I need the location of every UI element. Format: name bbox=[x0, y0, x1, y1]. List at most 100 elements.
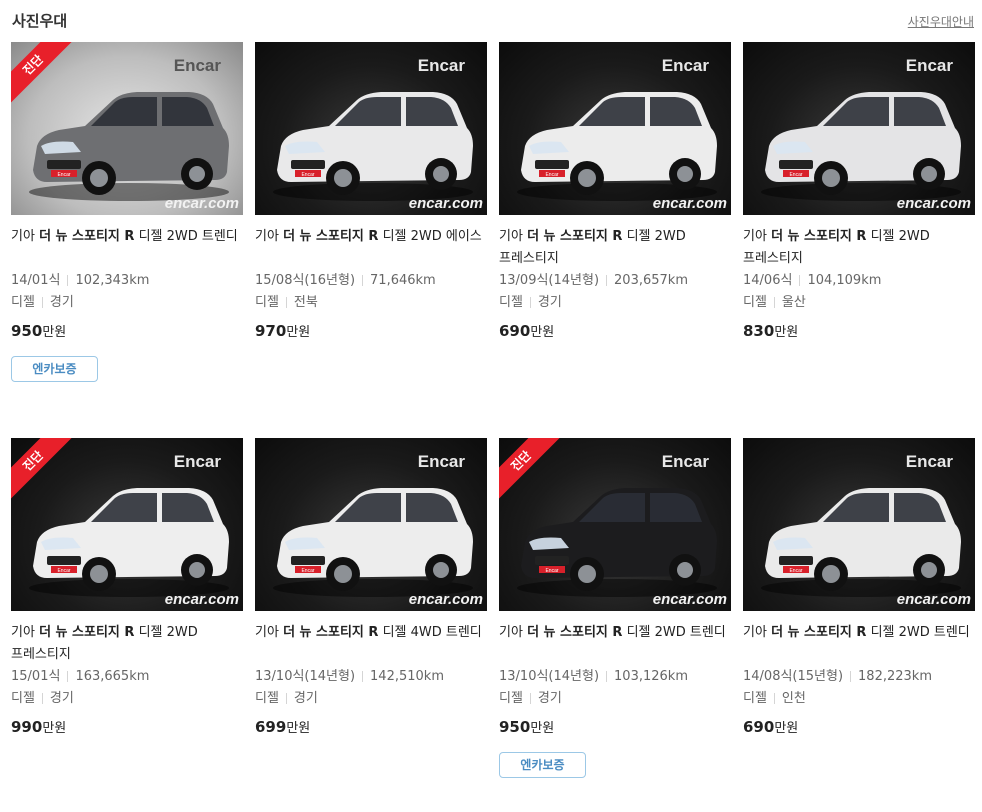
divider bbox=[606, 275, 608, 286]
car-mileage: 182,223km bbox=[858, 669, 932, 684]
svg-text:Encar: Encar bbox=[789, 172, 802, 178]
car-name[interactable]: 기아 더 뉴 스포티지 R 디젤 4WD 트렌디 bbox=[255, 622, 487, 666]
price-value: 950 bbox=[499, 718, 531, 736]
divider bbox=[529, 693, 531, 704]
car-meta-line1: 14/08식(15년형) 182,223km bbox=[743, 666, 975, 688]
car-model: 더 뉴 스포티지 R bbox=[771, 625, 867, 640]
encar-watermark: Encar bbox=[173, 452, 221, 471]
divider bbox=[850, 671, 852, 682]
car-photo[interactable]: Encar Encar encar.com bbox=[255, 438, 487, 611]
car-price: 830만원 bbox=[743, 321, 975, 343]
car-photo[interactable]: Encar Encar encar.com 진단 bbox=[11, 42, 243, 215]
car-photo[interactable]: Encar Encar encar.com bbox=[743, 42, 975, 215]
car-meta-line2: 디젤 경기 bbox=[11, 292, 243, 314]
car-meta-line1: 14/01식 102,343km bbox=[11, 270, 243, 292]
listing-card[interactable]: Encar Encar encar.com 기아 더 뉴 스포티지 R 디젤 2… bbox=[743, 42, 975, 343]
encar-warranty-badge[interactable]: 엔카보증 bbox=[11, 356, 98, 382]
car-region: 경기 bbox=[537, 295, 562, 310]
listing-card[interactable]: Encar Encar encar.com 기아 더 뉴 스포티지 R 디젤 4… bbox=[255, 438, 487, 739]
divider bbox=[41, 297, 43, 308]
price-unit: 만원 bbox=[530, 721, 555, 736]
car-meta-line1: 15/08식(16년형) 71,646km bbox=[255, 270, 487, 292]
price-value: 699 bbox=[255, 718, 287, 736]
divider bbox=[362, 275, 364, 286]
divider bbox=[529, 297, 531, 308]
car-name[interactable]: 기아 더 뉴 스포티지 R 디젤 2WD 프레스티지 bbox=[11, 622, 243, 666]
encar-watermark: Encar bbox=[661, 452, 709, 471]
car-name[interactable]: 기아 더 뉴 스포티지 R 디젤 2WD 프레스티지 bbox=[743, 226, 975, 270]
encar-warranty-badge[interactable]: 엔카보증 bbox=[499, 752, 586, 778]
photo-guide-link[interactable]: 사진우대안내 bbox=[908, 13, 974, 30]
section-title: 사진우대 bbox=[12, 12, 68, 30]
encar-watermark: Encar bbox=[905, 452, 953, 471]
price-value: 830 bbox=[743, 322, 775, 340]
car-mileage: 104,109km bbox=[807, 273, 882, 288]
listing-card[interactable]: Encar Encar encar.com 기아 더 뉴 스포티지 R 디젤 2… bbox=[499, 42, 731, 343]
encar-com-watermark: encar.com bbox=[652, 591, 727, 608]
encar-com-watermark: encar.com bbox=[164, 195, 239, 212]
encar-com-watermark: encar.com bbox=[896, 591, 971, 608]
car-photo[interactable]: Encar Encar encar.com 진단 bbox=[11, 438, 243, 611]
car-photo[interactable]: Encar Encar encar.com bbox=[499, 42, 731, 215]
car-name[interactable]: 기아 더 뉴 스포티지 R 디젤 2WD 트렌디 bbox=[743, 622, 975, 666]
car-fuel: 디젤 bbox=[255, 691, 279, 706]
car-meta-line2: 디젤 경기 bbox=[11, 688, 243, 710]
car-meta-line1: 14/06식 104,109km bbox=[743, 270, 975, 292]
car-fuel: 디젤 bbox=[11, 691, 35, 706]
encar-com-watermark: encar.com bbox=[164, 591, 239, 608]
encar-watermark: Encar bbox=[417, 56, 465, 75]
car-photo[interactable]: Encar Encar encar.com bbox=[743, 438, 975, 611]
car-year: 15/08식(16년형) bbox=[255, 273, 356, 288]
car-price: 699만원 bbox=[255, 717, 487, 739]
car-fuel: 디젤 bbox=[255, 295, 279, 310]
price-unit: 만원 bbox=[774, 325, 799, 340]
car-photo[interactable]: Encar Encar encar.com 진단 bbox=[499, 438, 731, 611]
car-brand: 기아 bbox=[11, 229, 35, 244]
car-mileage: 203,657km bbox=[614, 273, 688, 288]
listing-card[interactable]: Encar Encar encar.com 진단 기아 더 뉴 스포티지 R 디… bbox=[499, 438, 731, 778]
car-meta-line2: 디젤 경기 bbox=[499, 688, 731, 710]
car-photo[interactable]: Encar Encar encar.com bbox=[255, 42, 487, 215]
price-value: 990 bbox=[11, 718, 43, 736]
car-meta-line2: 디젤 경기 bbox=[499, 292, 731, 314]
listing-card[interactable]: Encar Encar encar.com 기아 더 뉴 스포티지 R 디젤 2… bbox=[255, 42, 487, 343]
car-name[interactable]: 기아 더 뉴 스포티지 R 디젤 2WD 에이스 bbox=[255, 226, 487, 270]
price-unit: 만원 bbox=[286, 721, 311, 736]
price-value: 690 bbox=[499, 322, 531, 340]
svg-text:Encar: Encar bbox=[301, 568, 314, 574]
car-region: 경기 bbox=[537, 691, 562, 706]
car-name[interactable]: 기아 더 뉴 스포티지 R 디젤 2WD 프레스티지 bbox=[499, 226, 731, 270]
divider bbox=[606, 671, 608, 682]
car-price: 950만원 bbox=[499, 717, 731, 739]
car-meta-line1: 13/10식(14년형) 103,126km bbox=[499, 666, 731, 688]
car-name[interactable]: 기아 더 뉴 스포티지 R 디젤 2WD 트렌디 bbox=[11, 226, 243, 270]
divider bbox=[67, 275, 69, 286]
listing-card[interactable]: Encar Encar encar.com 진단 기아 더 뉴 스포티지 R 디… bbox=[11, 438, 243, 739]
car-trim: 디젤 4WD 트렌디 bbox=[382, 625, 482, 640]
car-fuel: 디젤 bbox=[499, 295, 523, 310]
encar-watermark: Encar bbox=[173, 56, 221, 75]
price-unit: 만원 bbox=[42, 721, 67, 736]
price-unit: 만원 bbox=[42, 325, 67, 340]
car-model: 더 뉴 스포티지 R bbox=[39, 625, 135, 640]
svg-text:Encar: Encar bbox=[545, 172, 558, 178]
encar-com-watermark: encar.com bbox=[408, 591, 483, 608]
car-region: 인천 bbox=[781, 691, 806, 706]
listing-card[interactable]: Encar Encar encar.com 진단 기아 더 뉴 스포티지 R 디… bbox=[11, 42, 243, 382]
car-model: 더 뉴 스포티지 R bbox=[527, 625, 623, 640]
car-mileage: 102,343km bbox=[75, 273, 150, 288]
car-name[interactable]: 기아 더 뉴 스포티지 R 디젤 2WD 트렌디 bbox=[499, 622, 731, 666]
car-mileage: 71,646km bbox=[370, 273, 436, 288]
svg-text:Encar: Encar bbox=[57, 172, 70, 178]
price-unit: 만원 bbox=[774, 721, 799, 736]
car-meta-line1: 13/09식(14년형) 203,657km bbox=[499, 270, 731, 292]
car-region: 울산 bbox=[781, 295, 806, 310]
section-header: 사진우대 사진우대안내 bbox=[12, 8, 974, 34]
car-meta-line1: 15/01식 163,665km bbox=[11, 666, 243, 688]
car-fuel: 디젤 bbox=[11, 295, 35, 310]
car-year: 13/10식(14년형) bbox=[255, 669, 356, 684]
encar-watermark: Encar bbox=[661, 56, 709, 75]
listing-card[interactable]: Encar Encar encar.com 기아 더 뉴 스포티지 R 디젤 2… bbox=[743, 438, 975, 739]
car-meta-line2: 디젤 전북 bbox=[255, 292, 487, 314]
divider bbox=[285, 693, 287, 704]
